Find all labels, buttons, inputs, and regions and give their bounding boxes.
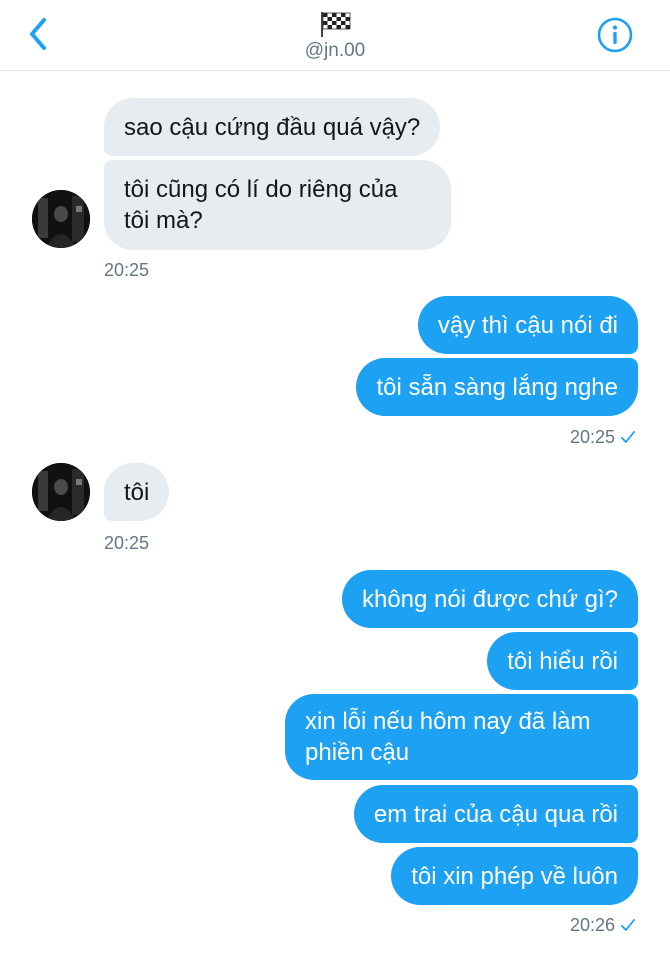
checkered-flag-icon xyxy=(321,12,351,37)
message-text: không nói được chứ gì? xyxy=(361,586,618,613)
message-bubble-outgoing[interactable]: không nói được chứ gì? xyxy=(341,570,638,628)
dm-conversation-screen: @jn.00 sao cậu cứng đầu quá vậy? tôi cũn… xyxy=(0,0,670,960)
message-text: vậy thì cậu nói đi xyxy=(437,312,618,339)
message-text: tôi sẵn sàng lắng nghe xyxy=(376,374,618,401)
message-bubble-outgoing[interactable]: tôi hiểu rồi xyxy=(487,632,638,690)
message-bubble-outgoing[interactable]: tôi sẵn sàng lắng nghe xyxy=(356,358,638,416)
message-timestamp: 20:26 xyxy=(569,915,615,935)
message-bubble-incoming[interactable]: tôi xyxy=(104,463,170,521)
message-text-line: tôi mà? xyxy=(124,207,203,234)
message-bubble-incoming[interactable]: tôi cũng có lí do riêng của tôi mà? xyxy=(104,160,451,250)
message-text: em trai của cậu qua rồi xyxy=(373,801,618,828)
conversation-handle[interactable]: @jn.00 xyxy=(0,40,670,62)
message-text: tôi hiểu rồi xyxy=(507,648,618,675)
avatar[interactable] xyxy=(32,463,90,521)
message-bubble-outgoing[interactable]: tôi xin phép về luôn xyxy=(391,847,638,905)
message-text: sao cậu cứng đầu quá vậy? xyxy=(124,114,421,141)
message-text-line: phiền cậu xyxy=(305,739,410,766)
info-button[interactable] xyxy=(596,16,634,54)
message-bubble-outgoing[interactable]: vậy thì cậu nói đi xyxy=(417,296,638,354)
message-text-line: tôi cũng có lí do riêng của xyxy=(124,176,398,203)
message-bubble-outgoing[interactable]: em trai của cậu qua rồi xyxy=(353,785,638,843)
message-text-line: xin lỗi nếu hôm nay đã làm xyxy=(305,708,591,735)
message-bubble-outgoing[interactable]: xin lỗi nếu hôm nay đã làm phiền cậu xyxy=(285,694,638,780)
message-timestamp: 20:25 xyxy=(104,533,150,553)
conversation-header: @jn.00 xyxy=(0,0,670,71)
avatar-photo xyxy=(32,463,90,521)
message-timestamp: 20:25 xyxy=(569,427,615,447)
message-bubble-incoming[interactable]: sao cậu cứng đầu quá vậy? xyxy=(104,98,441,156)
info-icon xyxy=(597,17,633,53)
sent-check-icon xyxy=(621,431,635,443)
avatar[interactable] xyxy=(32,190,90,248)
message-timestamp: 20:25 xyxy=(104,260,150,280)
message-text: tôi xin phép về luôn xyxy=(411,863,618,890)
sent-check-icon xyxy=(621,919,635,931)
avatar-photo xyxy=(32,190,90,248)
message-text: tôi xyxy=(124,479,150,506)
